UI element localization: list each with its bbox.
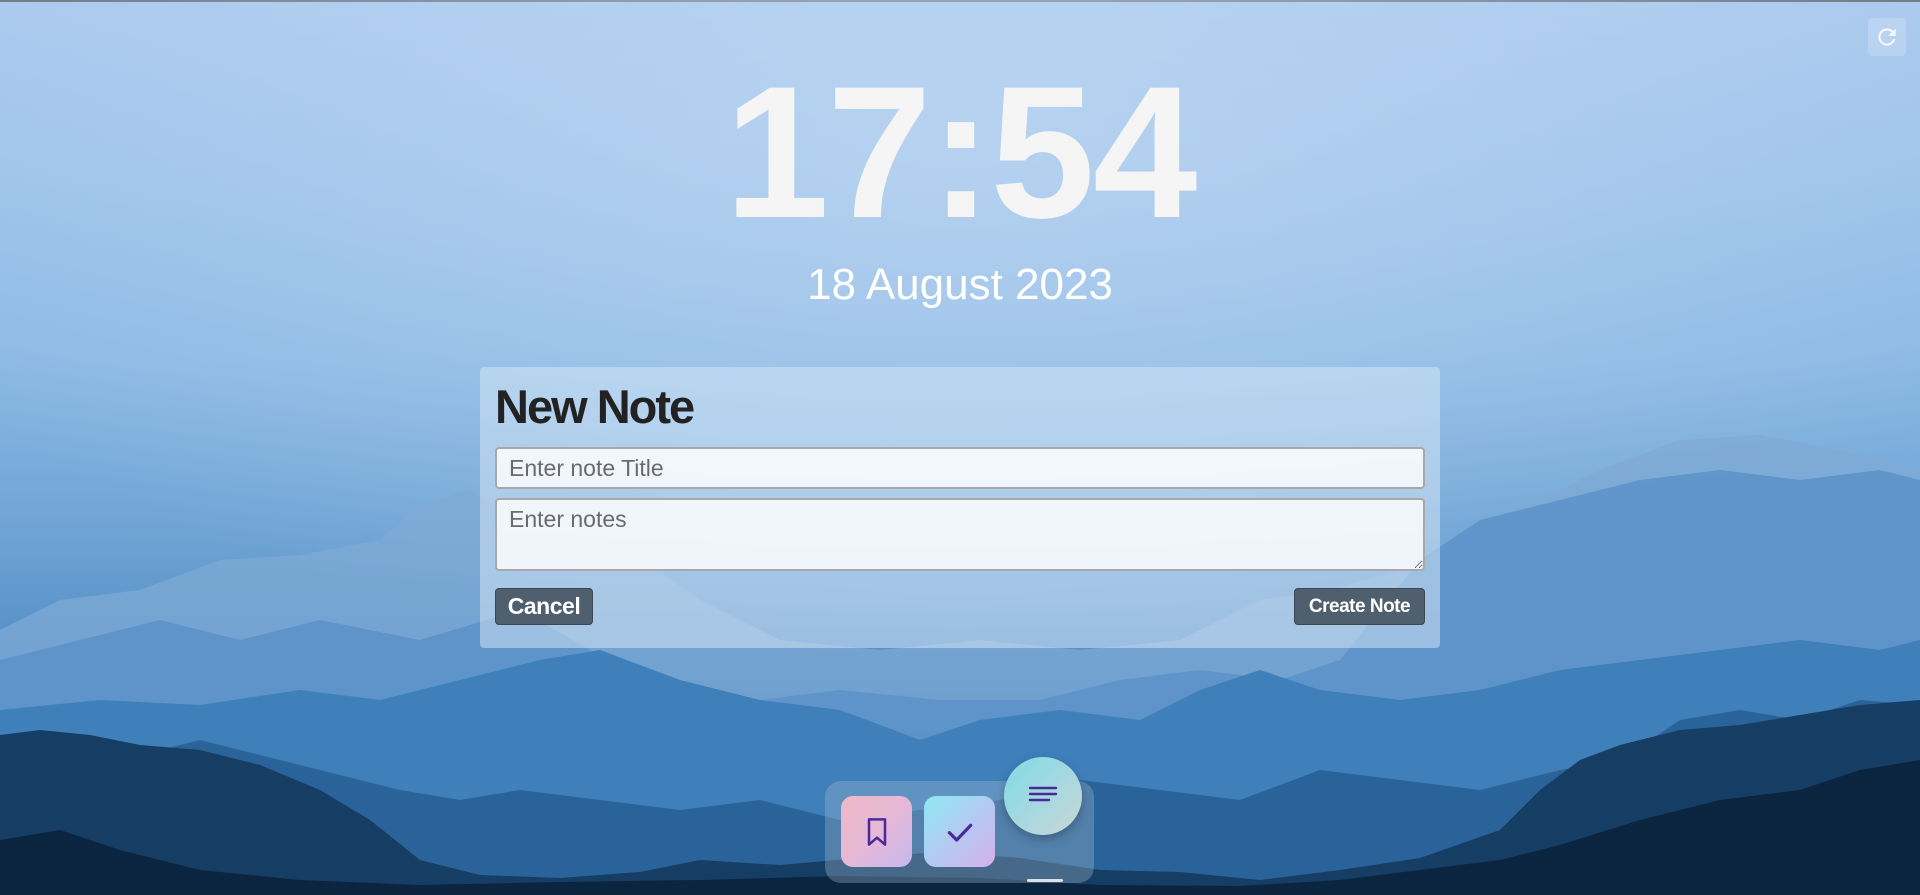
clock-time: 17:54 [724,47,1198,257]
refresh-icon [1878,28,1896,46]
notes-fab-button[interactable] [1004,757,1082,835]
note-body-textarea[interactable] [495,498,1425,571]
new-note-card: New Note Cancel Create Note [480,367,1440,648]
note-title-input[interactable] [495,447,1425,489]
refresh-button[interactable] [1868,18,1906,56]
todo-button[interactable] [924,796,995,867]
active-indicator [1027,879,1063,882]
bookmark-icon [867,817,886,846]
checkmark-icon [947,823,972,842]
create-note-button[interactable]: Create Note [1294,588,1425,625]
notes-lines-icon [1028,786,1058,802]
clock-date: 18 August 2023 [807,260,1113,309]
new-tab-screen: 17:54 18 August 2023 New Note Cancel Cre… [0,0,1920,895]
note-actions: Cancel Create Note [495,588,1425,625]
bookmarks-button[interactable] [841,796,912,867]
new-note-heading: New Note [495,380,695,433]
cancel-button[interactable]: Cancel [495,588,593,625]
